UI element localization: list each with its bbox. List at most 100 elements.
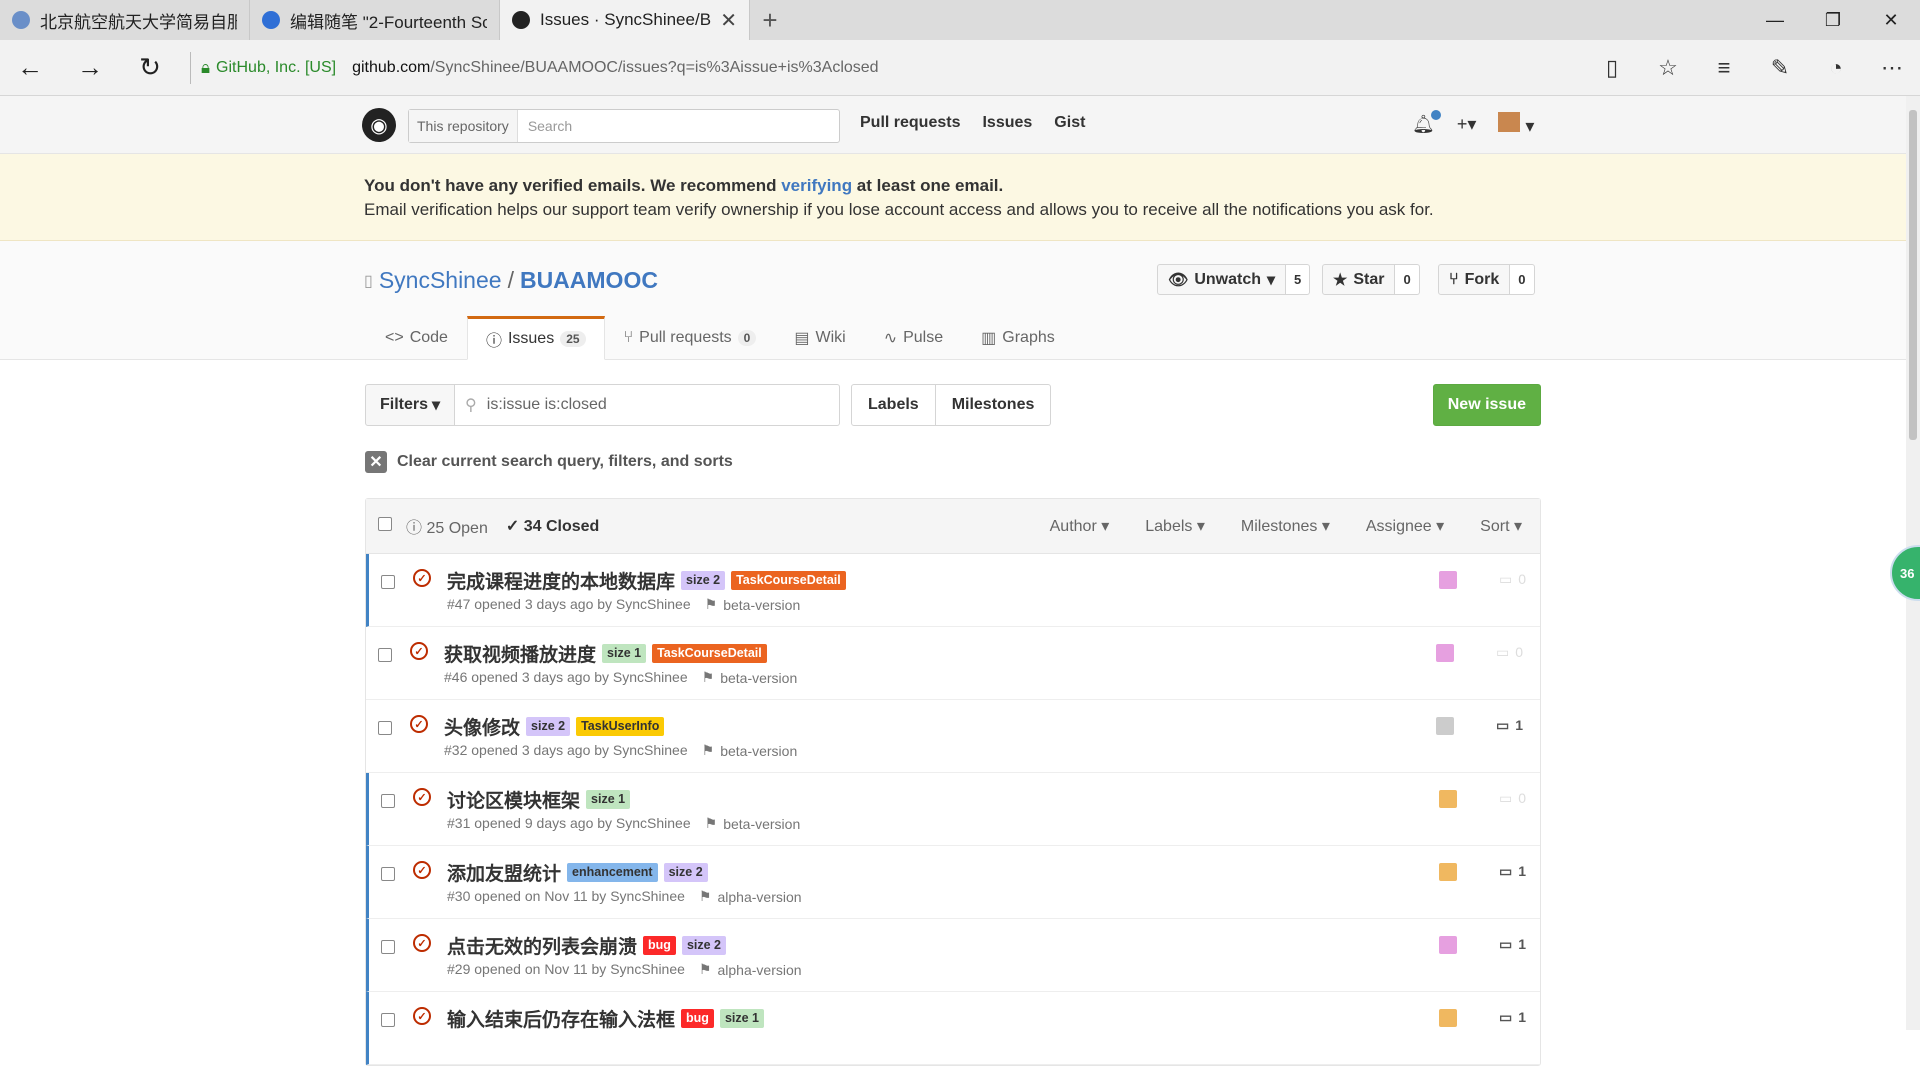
assignee-avatar[interactable] — [1439, 936, 1457, 954]
issue-label[interactable]: bug — [643, 936, 676, 955]
clear-query-link[interactable]: ✕ Clear current search query, filters, a… — [365, 451, 733, 473]
issue-label[interactable]: size 1 — [586, 790, 631, 809]
web-note-icon[interactable]: ✎ — [1752, 55, 1808, 81]
issues-search-input[interactable]: ⚲ is:issue is:closed — [455, 384, 841, 426]
comments-link[interactable]: ▭ 1 — [1496, 717, 1523, 734]
issue-title-link[interactable]: 获取视频播放进度 — [444, 640, 596, 667]
author-filter-dropdown[interactable]: Author ▾ — [1050, 516, 1110, 536]
assignee-avatar[interactable] — [1439, 571, 1457, 589]
issue-label[interactable]: enhancement — [567, 863, 658, 882]
issue-checkbox[interactable] — [381, 794, 395, 808]
repo-name-link[interactable]: BUAAMOOC — [520, 267, 658, 294]
hub-icon[interactable]: ≡ — [1696, 55, 1752, 81]
milestone-link[interactable]: ⚑ alpha-version — [699, 961, 802, 978]
create-new-icon[interactable]: +▾ — [1457, 114, 1477, 135]
restore-icon[interactable]: ❐ — [1804, 0, 1862, 40]
more-icon[interactable]: ⋯ — [1864, 55, 1920, 81]
assignee-filter-dropdown[interactable]: Assignee ▾ — [1366, 516, 1444, 536]
refresh-icon[interactable]: ↻ — [120, 52, 180, 83]
issue-label[interactable]: size 1 — [602, 644, 647, 663]
issue-row[interactable]: ✓ 点击无效的列表会崩溃 bug size 2 #29 opened on Nov 11… — [366, 919, 1540, 992]
fork-button[interactable]: ⑂ Fork — [1438, 264, 1511, 295]
nav-gist[interactable]: Gist — [1054, 114, 1085, 132]
tab-graphs[interactable]: ▥ Graphs — [962, 316, 1074, 360]
nav-issues[interactable]: Issues — [982, 114, 1032, 132]
new-tab-button[interactable]: + — [750, 0, 790, 40]
milestones-button[interactable]: Milestones — [935, 384, 1052, 426]
issue-label[interactable]: TaskCourseDetail — [652, 644, 767, 663]
close-window-icon[interactable]: ✕ — [1862, 0, 1920, 40]
browser-tab[interactable]: 北京航空航天大学简易自服 — [0, 0, 250, 40]
milestone-link[interactable]: ⚑ beta-version — [702, 669, 798, 686]
milestone-link[interactable]: ⚑ beta-version — [702, 742, 798, 759]
milestone-link[interactable]: ⚑ beta-version — [705, 596, 801, 613]
share-icon[interactable]: ◔ — [1808, 55, 1864, 81]
issue-label[interactable]: size 2 — [663, 863, 708, 882]
tab-pull-requests[interactable]: ⑂ Pull requests 0 — [605, 316, 776, 360]
issue-checkbox[interactable] — [378, 648, 392, 662]
issue-checkbox[interactable] — [381, 940, 395, 954]
labels-button[interactable]: Labels — [851, 384, 936, 426]
comments-link[interactable]: ▭ 1 — [1499, 1009, 1526, 1026]
notification-bell-icon[interactable]: 🔔︎ — [1412, 110, 1441, 135]
star-count[interactable]: 0 — [1395, 264, 1420, 295]
verifying-link[interactable]: verifying — [781, 176, 852, 195]
issue-row[interactable]: ✓ 获取视频播放进度 size 1 TaskCourseDetail #46 opene… — [366, 627, 1540, 700]
issue-title-link[interactable]: 头像修改 — [444, 713, 520, 740]
comments-link[interactable]: ▭ 1 — [1499, 936, 1526, 953]
fork-count[interactable]: 0 — [1510, 264, 1535, 295]
assignee-avatar[interactable] — [1439, 863, 1457, 881]
issue-row[interactable]: ✓ 完成课程进度的本地数据库 size 2 TaskCourseDetail #47 o… — [366, 554, 1540, 627]
assignee-avatar[interactable] — [1436, 717, 1454, 735]
site-identity[interactable]: GitHub, Inc. [US] — [216, 59, 336, 77]
issue-label[interactable]: bug — [681, 1009, 714, 1028]
forward-icon[interactable]: → — [60, 52, 120, 83]
issue-label[interactable]: size 2 — [681, 571, 726, 590]
search-input[interactable]: Search — [518, 110, 582, 142]
issue-checkbox[interactable] — [381, 1013, 395, 1027]
issue-title-link[interactable]: 讨论区模块框架 — [447, 786, 580, 813]
filters-button[interactable]: Filters ▾ — [365, 384, 456, 426]
assignee-avatar[interactable] — [1439, 790, 1457, 808]
milestones-filter-dropdown[interactable]: Milestones ▾ — [1241, 516, 1330, 536]
issue-row[interactable]: ✓ 头像修改 size 2 TaskUserInfo #32 opened 3 days… — [366, 700, 1540, 773]
issue-label[interactable]: size 2 — [681, 936, 726, 955]
issue-checkbox[interactable] — [381, 867, 395, 881]
scrollbar-thumb[interactable] — [1909, 110, 1917, 440]
minimize-icon[interactable]: — — [1746, 0, 1804, 40]
issue-title-link[interactable]: 输入结束后仍存在输入法框 — [447, 1005, 675, 1032]
issue-row[interactable]: ✓ 讨论区模块框架 size 1 #31 opened 9 days ago by S… — [366, 773, 1540, 846]
favorite-star-icon[interactable]: ☆ — [1640, 55, 1696, 81]
new-issue-button[interactable]: New issue — [1432, 384, 1541, 426]
issue-row[interactable]: ✓ 添加友盟统计 enhancement size 2 #30 opened on No… — [366, 846, 1540, 919]
sort-filter-dropdown[interactable]: Sort ▾ — [1480, 516, 1522, 536]
lock-icon[interactable]: 🔒︎ — [201, 58, 210, 78]
milestone-link[interactable]: ⚑ alpha-version — [699, 888, 802, 905]
comments-link[interactable]: ▭ 0 — [1499, 790, 1526, 807]
closed-issues-link[interactable]: ✓ 34 Closed — [506, 516, 599, 536]
issue-label[interactable]: TaskUserInfo — [576, 717, 665, 736]
issue-label[interactable]: TaskCourseDetail — [731, 571, 846, 590]
assignee-avatar[interactable] — [1439, 1009, 1457, 1027]
github-logo-icon[interactable]: ◉ — [362, 108, 396, 142]
issue-label[interactable]: size 2 — [526, 717, 571, 736]
open-issues-link[interactable]: ⓘ 25 Open — [406, 514, 488, 538]
watch-count[interactable]: 5 — [1286, 264, 1311, 295]
issue-row[interactable]: ✓ 输入结束后仍存在输入法框 bug size 1 ▭ 1 — [366, 992, 1540, 1065]
issue-checkbox[interactable] — [381, 575, 395, 589]
issue-label[interactable]: size 1 — [719, 1009, 764, 1028]
issue-title-link[interactable]: 完成课程进度的本地数据库 — [447, 567, 675, 594]
tab-wiki[interactable]: ▤ Wiki — [775, 316, 864, 360]
side-widget-badge[interactable]: 36 — [1890, 545, 1920, 601]
back-icon[interactable]: ← — [0, 52, 60, 83]
url-field[interactable]: github.com/SyncShinee/BUAAMOOC/issues?q=… — [352, 59, 878, 77]
reading-view-icon[interactable]: ▯ — [1584, 55, 1640, 81]
issue-checkbox[interactable] — [378, 721, 392, 735]
browser-tab[interactable]: Issues · SyncShinee/BUA ✕ — [500, 0, 750, 40]
assignee-avatar[interactable] — [1436, 644, 1454, 662]
comments-link[interactable]: ▭ 0 — [1496, 644, 1523, 661]
comments-link[interactable]: ▭ 1 — [1499, 863, 1526, 880]
select-all-checkbox[interactable] — [378, 517, 392, 531]
issue-title-link[interactable]: 添加友盟统计 — [447, 859, 561, 886]
tab-code[interactable]: <> Code — [366, 316, 467, 360]
